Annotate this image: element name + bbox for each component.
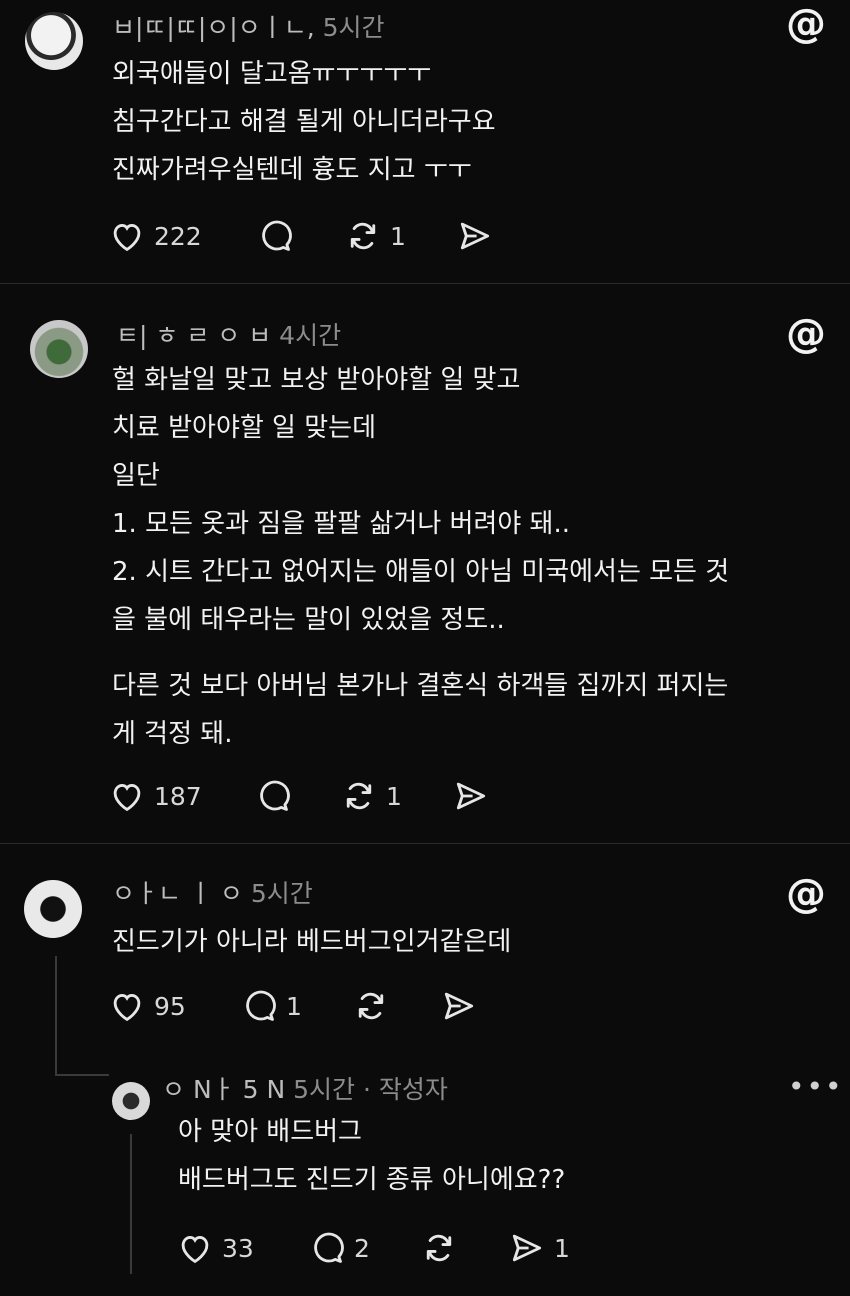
post-body: 외국애들이 달고옴ㅠㅜㅜㅜㅜ 침구간다고 해결 될게 아니더라구요 진짜가려우실… (112, 50, 496, 194)
comment-button[interactable]: 2 (308, 1226, 370, 1270)
post-line: 일단 (112, 461, 160, 491)
comment-button[interactable] (254, 774, 300, 818)
heart-icon (108, 217, 146, 255)
threads-logo-icon[interactable]: @ (786, 4, 826, 44)
avatar[interactable] (25, 12, 83, 70)
post-actions: 33 2 1 (176, 1226, 596, 1270)
username[interactable]: ㅌ| ㅎ ㄹ ㅇ ㅂ (116, 321, 271, 350)
comment-icon (254, 777, 292, 815)
thread-connector (55, 1074, 109, 1076)
avatar[interactable] (30, 320, 88, 378)
author-badge: · 작성자 (362, 1075, 448, 1104)
username[interactable]: ㅇㅏㄴ ㅣ ㅇ (112, 879, 243, 908)
share-button[interactable]: 1 (508, 1226, 570, 1270)
comment-icon (240, 987, 278, 1025)
share-button[interactable] (456, 214, 494, 258)
post: ㅌ| ㅎ ㄹ ㅇ ㅂ 4시간 @ 헐 화날일 맞고 보상 받아야할 일 맞고 치… (0, 284, 850, 842)
repost-button[interactable] (420, 1226, 458, 1270)
post-body: 진드기가 아니라 베드버그인거같은데 (112, 918, 511, 966)
heart-icon (108, 777, 146, 815)
share-button[interactable] (440, 984, 478, 1028)
like-count: 33 (222, 1233, 254, 1263)
comment-button[interactable]: 1 (240, 984, 302, 1028)
share-button[interactable] (452, 774, 490, 818)
username[interactable]: ㅇ Nㅏ 5 N (162, 1075, 285, 1104)
like-count: 95 (154, 991, 186, 1021)
post-meta: ㅌ| ㅎ ㄹ ㅇ ㅂ 4시간 (116, 316, 341, 352)
thread-connector (130, 1134, 132, 1274)
repost-icon (344, 217, 382, 255)
post-line: 치료 받아야할 일 맞는데 (112, 413, 376, 443)
share-icon (440, 987, 478, 1025)
threads-logo-icon[interactable]: @ (786, 874, 826, 914)
like-count: 222 (154, 221, 202, 251)
post: ㅂ|ㄸ|ㄸ|ㅇ|ㅇㅣㄴ, 5시간 @ 외국애들이 달고옴ㅠㅜㅜㅜㅜ 침구간다고 … (0, 0, 850, 282)
heart-icon (176, 1229, 214, 1267)
heart-icon (108, 987, 146, 1025)
post-meta: ㅇㅏㄴ ㅣ ㅇ 5시간 (112, 874, 313, 910)
post-line: 아 맞아 배드버그 (178, 1117, 362, 1147)
share-icon (456, 217, 494, 255)
threads-logo-icon[interactable]: @ (786, 314, 826, 354)
post-meta: ㅇ Nㅏ 5 N 5시간 · 작성자 (162, 1070, 448, 1106)
more-icon[interactable]: ••• (788, 1070, 844, 1103)
post-line: 게 걱정 돼. (112, 719, 233, 749)
like-button[interactable]: 95 (108, 984, 186, 1028)
comment-count: 1 (286, 991, 302, 1021)
comment-icon (256, 217, 294, 255)
share-count: 1 (554, 1233, 570, 1263)
comment-button[interactable] (256, 214, 302, 258)
share-icon (452, 777, 490, 815)
post-line: 2. 시트 간다고 없어지는 애들이 아님 미국에서는 모든 것 (112, 557, 730, 587)
repost-icon (420, 1229, 458, 1267)
post-line: 외국애들이 달고옴ㅠㅜㅜㅜㅜ (112, 59, 432, 89)
post: ㅇㅏㄴ ㅣ ㅇ 5시간 @ 진드기가 아니라 베드버그인거같은데 95 1 ㅇ … (0, 844, 850, 1296)
repost-icon (352, 987, 390, 1025)
post-line: 다른 것 보다 아버님 본가나 결혼식 하객들 집까지 퍼지는 (112, 671, 729, 701)
post-time: 5시간 (250, 879, 313, 908)
post-time: 4시간 (279, 321, 342, 350)
like-button[interactable]: 222 (108, 214, 202, 258)
comment-icon (308, 1229, 346, 1267)
repost-button[interactable] (352, 984, 390, 1028)
share-icon (508, 1229, 546, 1267)
post-line: 헐 화날일 맞고 보상 받아야할 일 맞고 (112, 365, 521, 395)
repost-button[interactable]: 1 (344, 214, 406, 258)
thread-connector (55, 956, 57, 1076)
post-line: 진짜가려우실텐데 흉도 지고 ㅜㅜ (112, 155, 472, 185)
repost-icon (340, 777, 378, 815)
username[interactable]: ㅂ|ㄸ|ㄸ|ㅇ|ㅇㅣㄴ, (112, 13, 315, 42)
avatar[interactable] (24, 880, 82, 938)
post-time: 5시간 (322, 13, 385, 42)
post-body: 아 맞아 배드버그 배드버그도 진드기 종류 아니에요?? (178, 1108, 565, 1204)
post-meta: ㅂ|ㄸ|ㄸ|ㅇ|ㅇㅣㄴ, 5시간 (112, 8, 385, 44)
comment-count: 2 (354, 1233, 370, 1263)
like-count: 187 (154, 781, 202, 811)
repost-count: 1 (386, 781, 402, 811)
post-line: 1. 모든 옷과 짐을 팔팔 삶거나 버려야 돼.. (112, 509, 570, 539)
post-actions: 95 1 (108, 984, 528, 1028)
post-body: 헐 화날일 맞고 보상 받아야할 일 맞고 치료 받아야할 일 맞는데 일단 1… (112, 356, 729, 758)
like-button[interactable]: 33 (176, 1226, 254, 1270)
post-line: 배드버그도 진드기 종류 아니에요?? (178, 1165, 566, 1195)
post-line: 을 불에 태우라는 말이 있었을 정도.. (112, 605, 505, 635)
post-actions: 187 1 (108, 774, 528, 818)
avatar[interactable] (112, 1082, 150, 1120)
post-time: 5시간 (293, 1075, 356, 1104)
post-line: 진드기가 아니라 베드버그인거같은데 (112, 927, 512, 957)
post-actions: 222 1 (108, 214, 528, 258)
repost-button[interactable]: 1 (340, 774, 402, 818)
like-button[interactable]: 187 (108, 774, 202, 818)
repost-count: 1 (390, 221, 406, 251)
post-line: 침구간다고 해결 될게 아니더라구요 (112, 107, 496, 137)
